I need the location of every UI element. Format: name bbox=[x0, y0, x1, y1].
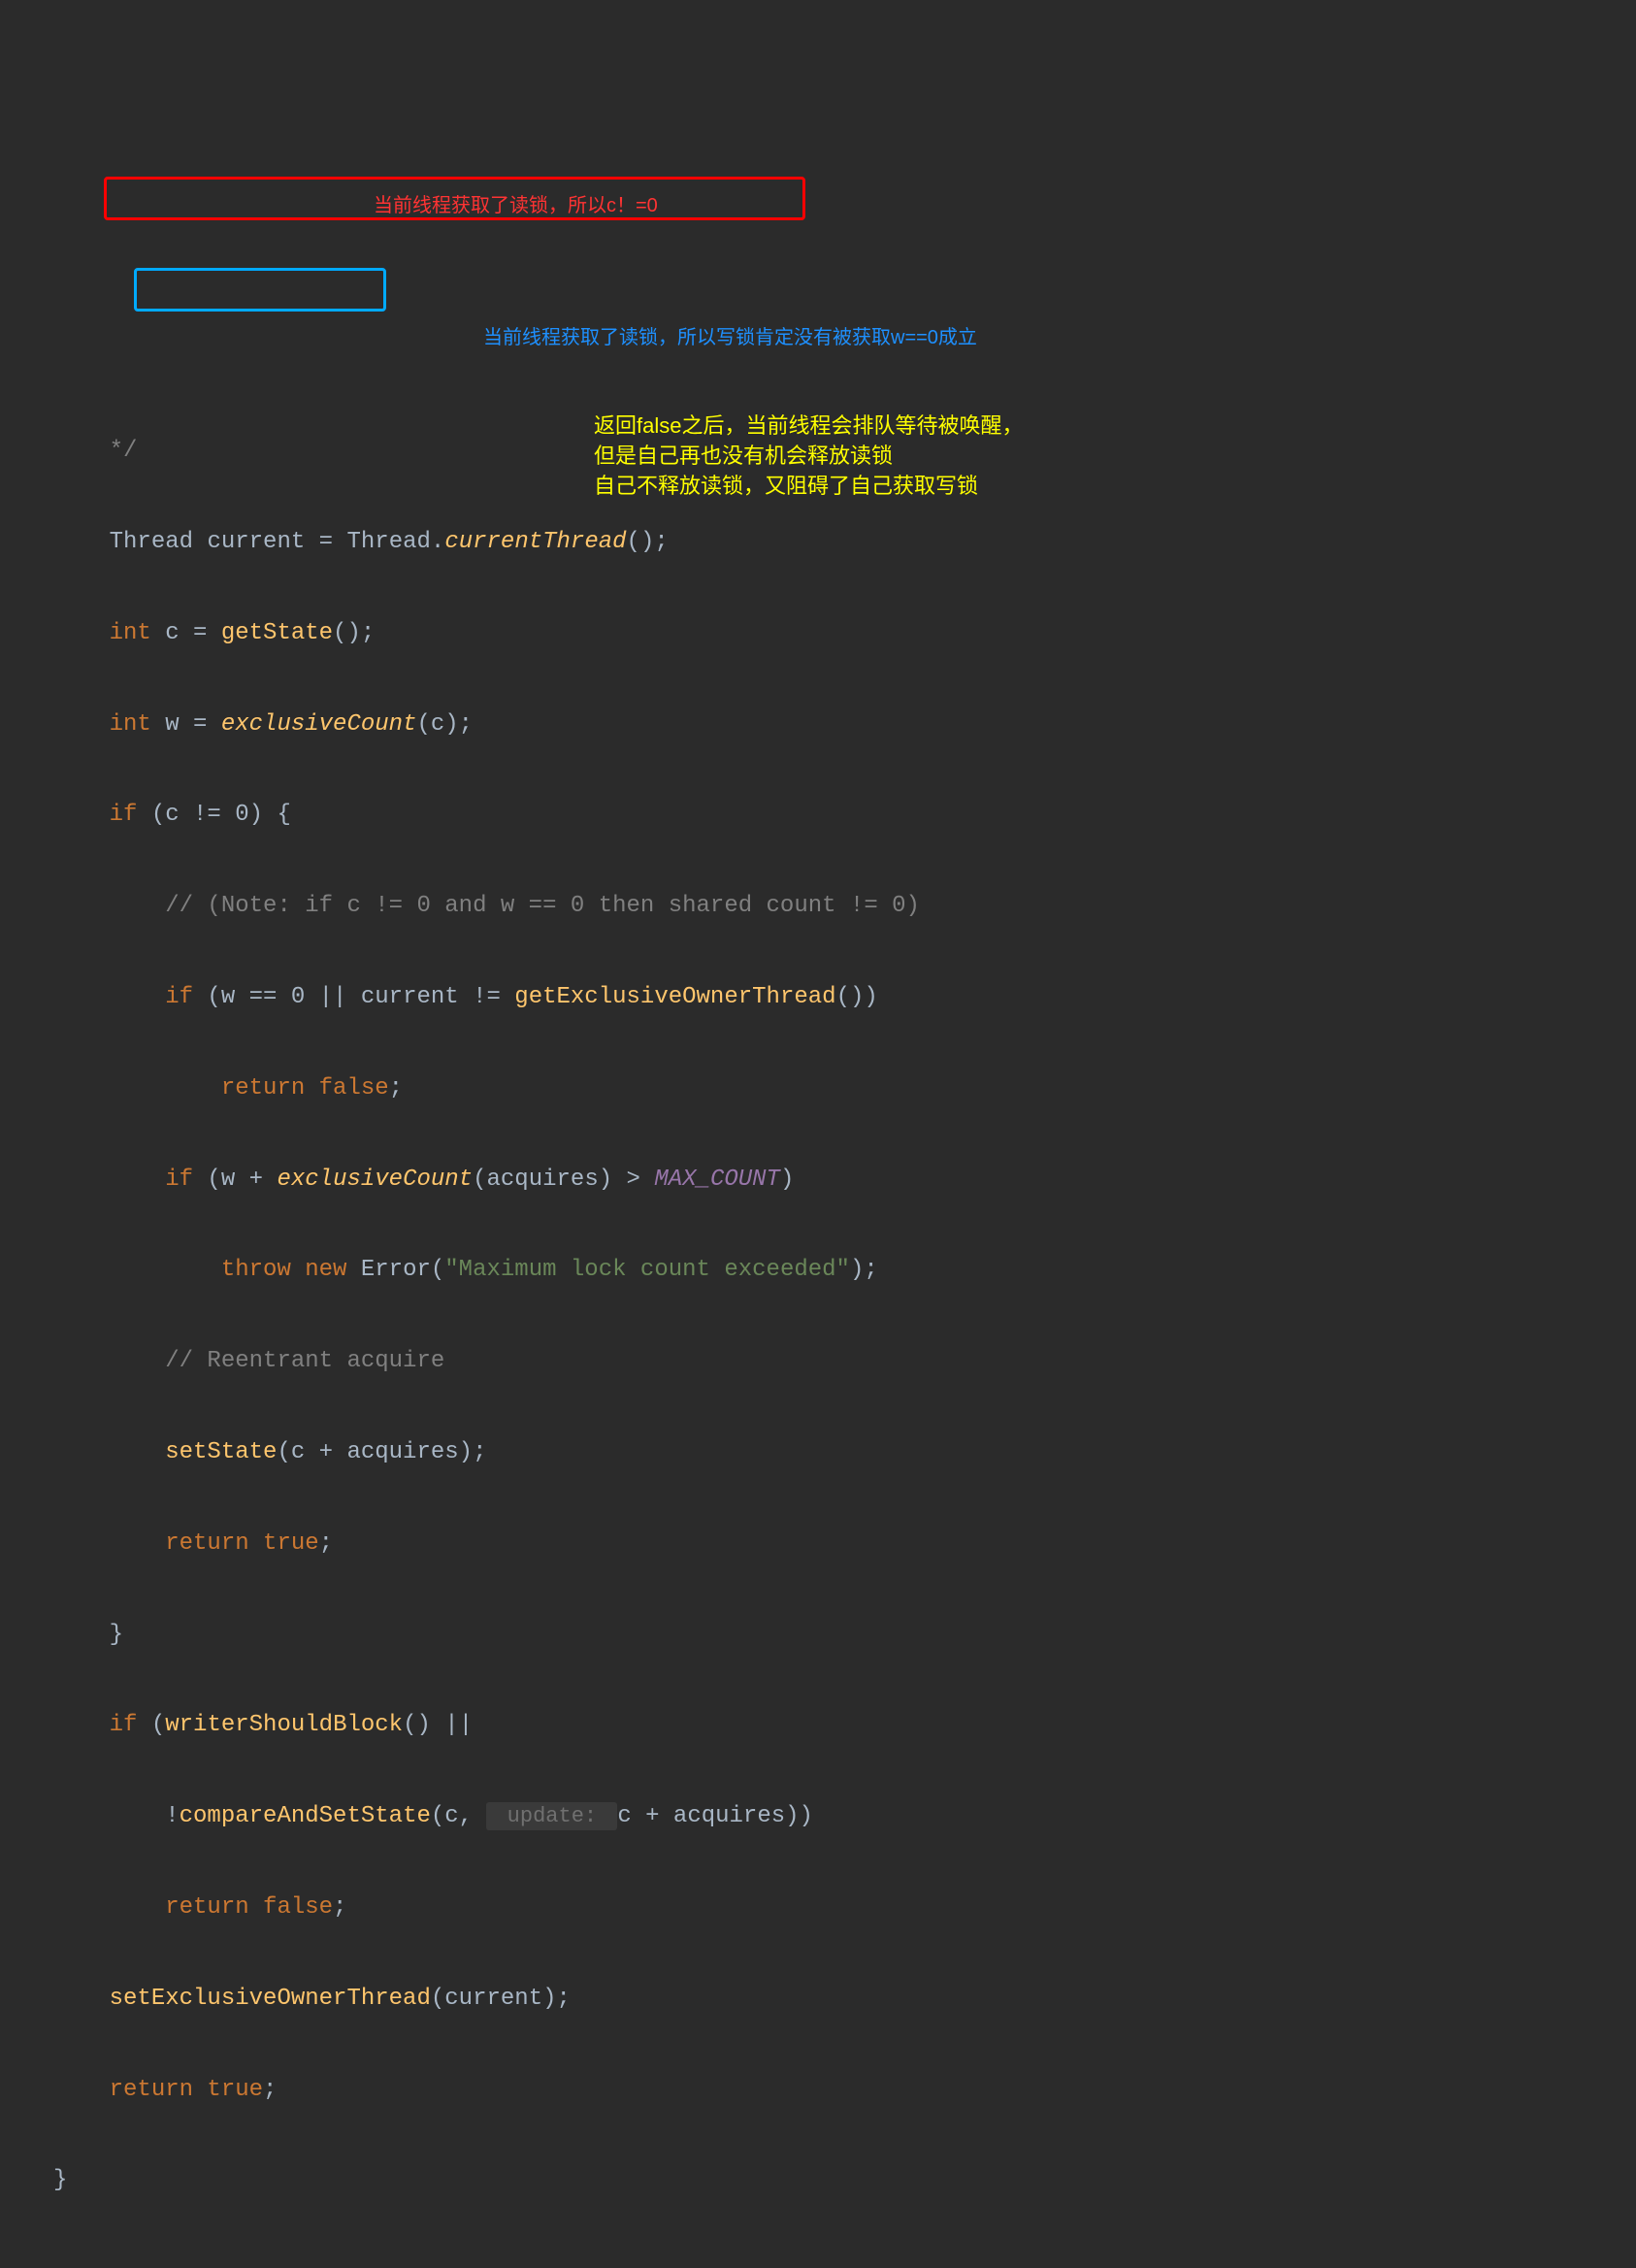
code-line[interactable]: throw new Error("Maximum lock count exce… bbox=[53, 1247, 1636, 1293]
code-line[interactable]: Thread current = Thread.currentThread(); bbox=[53, 519, 1636, 565]
annotation-yellow: 返回false之后，当前线程会排队等待被唤醒， 但是自己再也没有机会释放读锁 自… bbox=[594, 411, 1023, 501]
code-line[interactable]: if (c != 0) { bbox=[53, 792, 1636, 838]
code-line[interactable]: return false; bbox=[53, 1885, 1636, 1930]
code-line[interactable]: !compareAndSetState(c, update: c + acqui… bbox=[53, 1793, 1636, 1839]
yellow-line-1: 返回false之后，当前线程会排队等待被唤醒， bbox=[594, 411, 1023, 442]
code-line[interactable]: int w = exclusiveCount(c); bbox=[53, 702, 1636, 747]
param-hint: update: bbox=[486, 1802, 617, 1830]
annotation-red: 当前线程获取了读锁，所以c！=0 bbox=[374, 187, 658, 225]
code-line[interactable]: return true; bbox=[53, 2067, 1636, 2113]
code-line[interactable]: // (Note: if c != 0 and w == 0 then shar… bbox=[53, 883, 1636, 929]
blue-highlight-box bbox=[134, 268, 386, 312]
code-line[interactable]: int c = getState(); bbox=[53, 610, 1636, 656]
code-line[interactable]: } bbox=[53, 2157, 1636, 2203]
code-line[interactable]: return true; bbox=[53, 1521, 1636, 1566]
code-line[interactable]: setExclusiveOwnerThread(current); bbox=[53, 1976, 1636, 2021]
code-line[interactable]: } bbox=[53, 1612, 1636, 1658]
code-line[interactable]: return false; bbox=[53, 1066, 1636, 1111]
yellow-line-3: 自己不释放读锁，又阻碍了自己获取写锁 bbox=[594, 472, 1023, 502]
code-line[interactable]: if (writerShouldBlock() || bbox=[53, 1702, 1636, 1748]
code-line[interactable]: // Reentrant acquire bbox=[53, 1338, 1636, 1384]
code-line[interactable]: setState(c + acquires); bbox=[53, 1430, 1636, 1475]
code-editor: 当前线程获取了读锁，所以c！=0 当前线程获取了读锁，所以写锁肯定没有被获取w=… bbox=[0, 19, 1636, 2249]
code-line[interactable]: if (w + exclusiveCount(acquires) > MAX_C… bbox=[53, 1157, 1636, 1202]
annotation-blue: 当前线程获取了读锁，所以写锁肯定没有被获取w==0成立 bbox=[483, 319, 977, 357]
yellow-line-2: 但是自己再也没有机会释放读锁 bbox=[594, 442, 1023, 472]
code-line[interactable]: if (w == 0 || current != getExclusiveOwn… bbox=[53, 974, 1636, 1020]
